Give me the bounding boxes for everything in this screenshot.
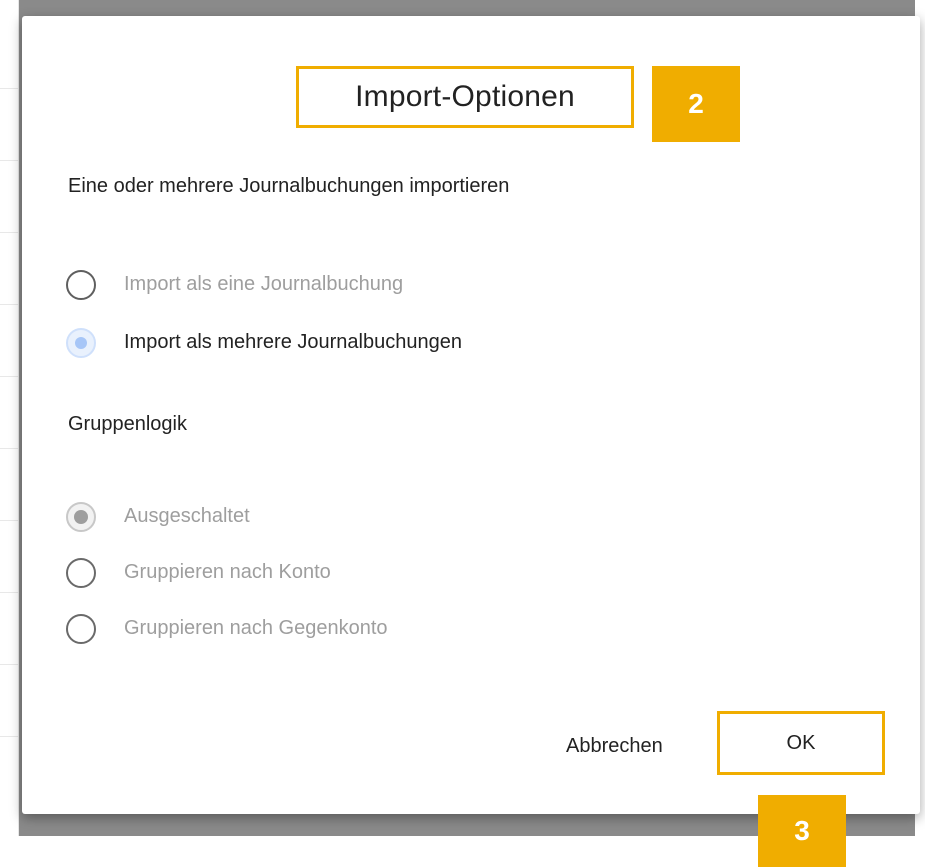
background-row-line (0, 376, 18, 377)
radio-group-off[interactable] (66, 502, 96, 532)
cancel-button[interactable]: Abbrechen (566, 735, 663, 758)
radio-group-off-label[interactable]: Ausgeschaltet (124, 505, 250, 528)
dialog-title: Import-Optionen (355, 80, 575, 113)
background-row-line (0, 592, 18, 593)
background-row-line (0, 160, 18, 161)
callout-marker-3: 3 (758, 795, 846, 867)
ok-button[interactable]: OK (717, 711, 885, 775)
background-row-line (0, 736, 18, 737)
radio-group-by-account[interactable] (66, 558, 96, 588)
background-row-line (0, 664, 18, 665)
dialog-title-highlight: Import-Optionen (296, 66, 634, 128)
radio-import-multiple-label[interactable]: Import als mehrere Journalbuchungen (124, 331, 462, 354)
background-row-line (0, 232, 18, 233)
group-logic-heading: Gruppenlogik (68, 413, 187, 435)
radio-import-multiple[interactable] (66, 328, 96, 358)
radio-group-by-account-label[interactable]: Gruppieren nach Konto (124, 561, 331, 584)
dialog-description: Eine oder mehrere Journalbuchungen impor… (68, 175, 510, 197)
background-row-line (0, 448, 18, 449)
background-table-edge-left (0, 0, 19, 836)
callout-marker-2: 2 (652, 66, 740, 142)
background-row-line (0, 520, 18, 521)
radio-group-by-offset-account-label[interactable]: Gruppieren nach Gegenkonto (124, 617, 388, 640)
radio-import-single-label[interactable]: Import als eine Journalbuchung (124, 273, 403, 296)
background-row-line (0, 304, 18, 305)
radio-import-single[interactable] (66, 270, 96, 300)
radio-group-by-offset-account[interactable] (66, 614, 96, 644)
background-row-line (0, 88, 18, 89)
